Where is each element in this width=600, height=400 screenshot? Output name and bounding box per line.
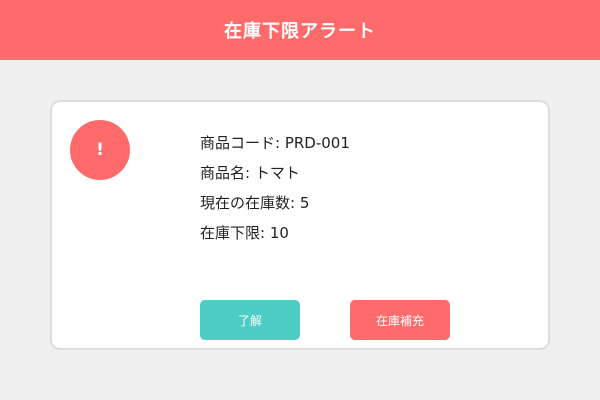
product-code-text: 商品コード: PRD-001 (200, 134, 350, 152)
header-bar: 在庫下限アラート (0, 0, 600, 60)
alert-details: 商品コード: PRD-001 商品名: トマト 現在の在庫数: 5 在庫下限: … (200, 132, 350, 252)
alert-card: ! 商品コード: PRD-001 商品名: トマト 現在の在庫数: 5 在庫下限… (50, 100, 550, 350)
page-title: 在庫下限アラート (224, 21, 376, 42)
restock-button[interactable]: 在庫補充 (350, 300, 450, 340)
exclamation-icon: ! (70, 120, 130, 180)
acknowledge-button[interactable]: 了解 (200, 300, 300, 340)
stock-minimum-text: 在庫下限: 10 (200, 224, 289, 242)
current-stock-text: 現在の在庫数: 5 (200, 194, 310, 212)
product-name-text: 商品名: トマト (200, 164, 300, 182)
exclamation-glyph: ! (96, 139, 104, 160)
